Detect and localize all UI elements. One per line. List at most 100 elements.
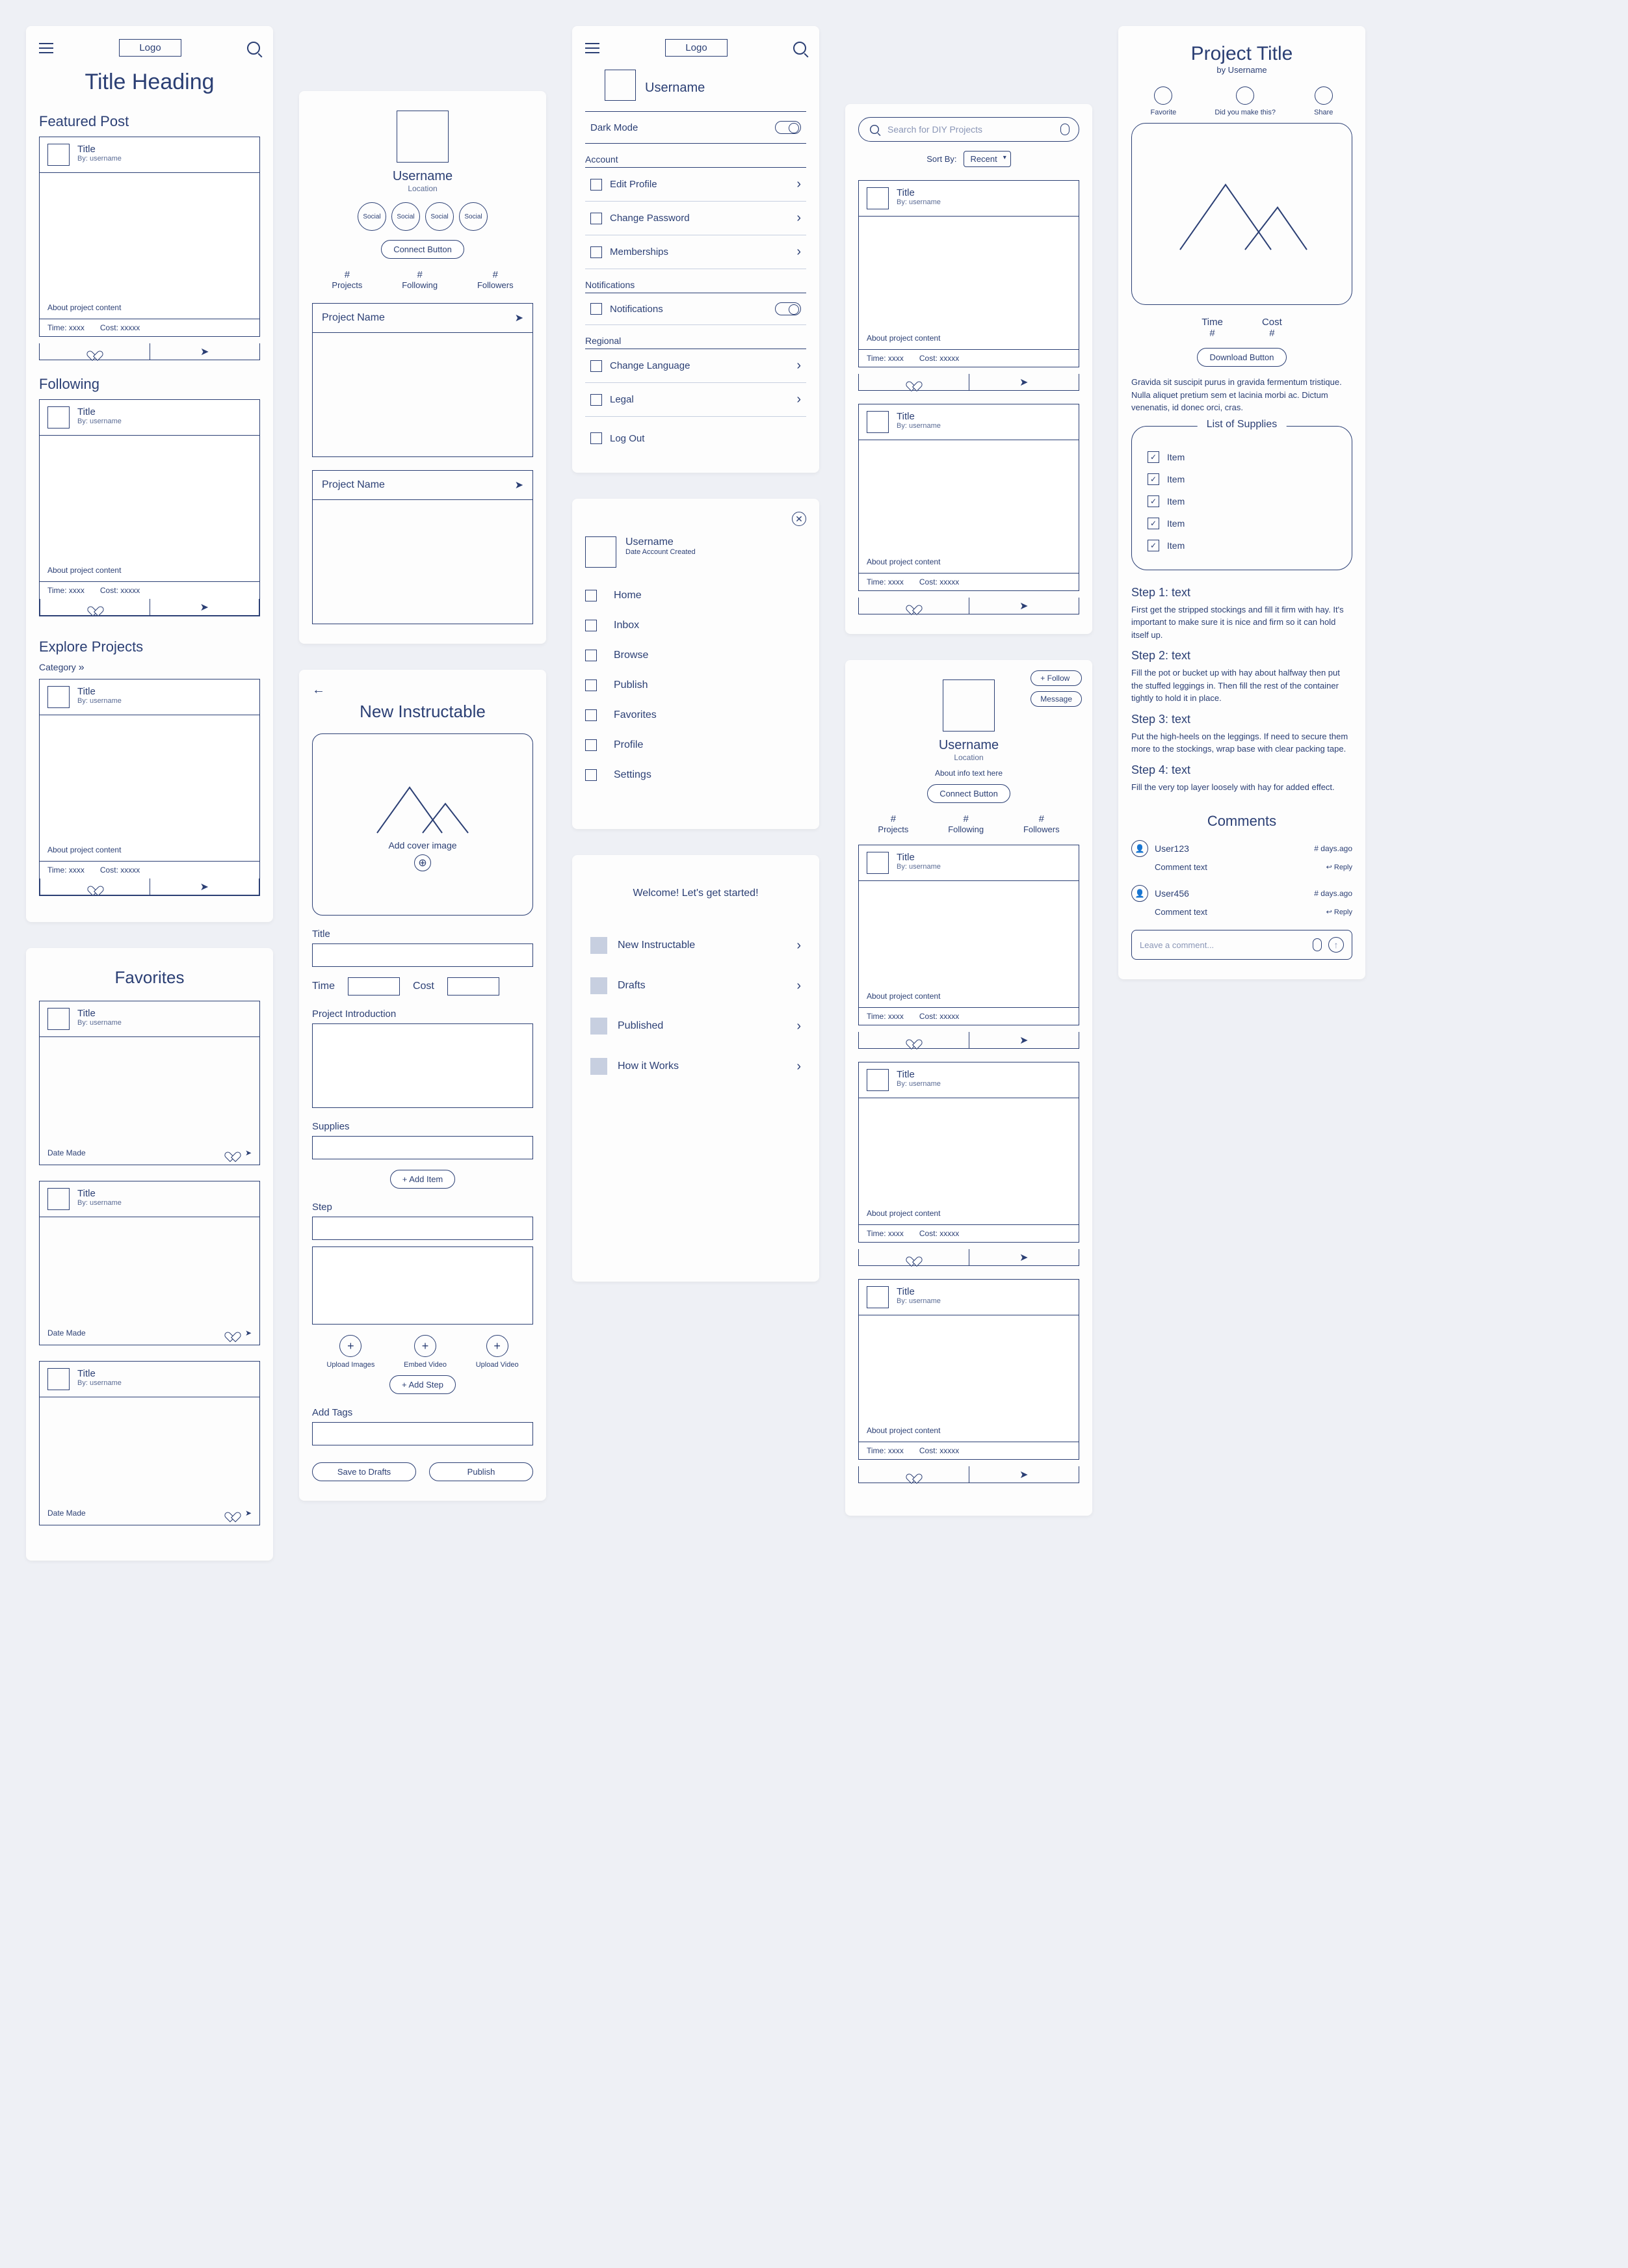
tags-input[interactable]: [312, 1422, 533, 1445]
comment-input[interactable]: Leave a comment... ↑: [1131, 930, 1352, 960]
share-icon[interactable]: ➤: [245, 1148, 252, 1157]
row-legal[interactable]: Legal: [585, 383, 806, 417]
stat-following[interactable]: Following: [402, 280, 438, 290]
avatar[interactable]: [585, 536, 616, 568]
search-bar[interactable]: Search for DIY Projects: [858, 117, 1079, 142]
share-button[interactable]: ➤: [969, 598, 1079, 614]
favorite-card[interactable]: TitleBy: username Date Made➤: [39, 1361, 260, 1525]
like-button[interactable]: [40, 343, 150, 360]
search-result-card[interactable]: TitleBy: usernameAbout project contentTi…: [858, 404, 1079, 591]
supply-item[interactable]: ✓Item: [1148, 512, 1336, 534]
like-button[interactable]: [859, 1032, 969, 1048]
avatar[interactable]: [943, 679, 995, 732]
search-icon[interactable]: [793, 42, 806, 55]
supply-item[interactable]: ✓Item: [1148, 534, 1336, 557]
share-button[interactable]: ➤: [150, 343, 260, 360]
cover-upload[interactable]: Add cover image ⊕: [312, 733, 533, 916]
attach-icon[interactable]: [1313, 938, 1322, 951]
download-button[interactable]: Download Button: [1197, 348, 1286, 367]
like-button[interactable]: [859, 598, 969, 614]
add-step-button[interactable]: + Add Step: [389, 1375, 456, 1394]
share-button[interactable]: ➤: [969, 1466, 1079, 1483]
supply-item[interactable]: ✓Item: [1148, 446, 1336, 468]
drawer-item[interactable]: Home: [585, 581, 806, 611]
project-author[interactable]: by Username: [1131, 65, 1352, 75]
share-icon[interactable]: ➤: [515, 311, 523, 324]
welcome-row[interactable]: New Instructable: [585, 925, 806, 966]
share-button[interactable]: ➤: [150, 878, 259, 895]
search-result-card[interactable]: TitleBy: usernameAbout project contentTi…: [858, 180, 1079, 367]
row-change-language[interactable]: Change Language: [585, 349, 806, 383]
category-link[interactable]: Category: [39, 662, 260, 674]
supply-item[interactable]: ✓Item: [1148, 490, 1336, 512]
dark-mode-toggle[interactable]: [775, 121, 801, 134]
row-notifications[interactable]: Notifications: [585, 293, 806, 325]
like-button[interactable]: [859, 1249, 969, 1265]
welcome-row[interactable]: Published: [585, 1006, 806, 1046]
message-button[interactable]: Message: [1031, 691, 1082, 707]
menu-icon[interactable]: [39, 43, 53, 53]
project-item[interactable]: Project Name➤: [312, 470, 533, 624]
reply-button[interactable]: Reply: [1326, 908, 1352, 916]
publish-button[interactable]: Publish: [429, 1462, 533, 1481]
logo[interactable]: Logo: [119, 39, 181, 57]
drawer-item[interactable]: Browse: [585, 640, 806, 670]
avatar[interactable]: [397, 111, 449, 163]
share-icon[interactable]: ➤: [245, 1509, 252, 1518]
avatar[interactable]: [605, 70, 636, 101]
stat-followers[interactable]: Followers: [1023, 824, 1060, 834]
follow-button[interactable]: + Follow: [1031, 670, 1082, 686]
comment-user[interactable]: 👤User456: [1131, 885, 1189, 902]
step-textarea[interactable]: [312, 1246, 533, 1325]
profile-project-card[interactable]: TitleBy: usernameAbout project contentTi…: [858, 845, 1079, 1025]
drawer-item[interactable]: Favorites: [585, 700, 806, 730]
intro-textarea[interactable]: [312, 1023, 533, 1108]
profile-project-card[interactable]: TitleBy: usernameAbout project contentTi…: [858, 1062, 1079, 1243]
share-icon[interactable]: ➤: [245, 1328, 252, 1338]
drawer-item[interactable]: Settings: [585, 760, 806, 790]
favorite-action[interactable]: Favorite: [1151, 86, 1177, 116]
social-icon[interactable]: Social: [358, 202, 386, 231]
heart-icon[interactable]: [227, 1148, 237, 1158]
favorite-card[interactable]: TitleBy: username Date Made➤: [39, 1001, 260, 1165]
row-change-password[interactable]: Change Password: [585, 202, 806, 235]
social-icon[interactable]: Social: [425, 202, 454, 231]
time-input[interactable]: [348, 977, 400, 996]
stat-followers[interactable]: Followers: [477, 280, 514, 290]
drawer-item[interactable]: Profile: [585, 730, 806, 760]
upload-images-button[interactable]: +Upload Images: [326, 1335, 374, 1369]
social-icon[interactable]: Social: [391, 202, 420, 231]
upload-video-button[interactable]: +Upload Video: [476, 1335, 519, 1369]
close-button[interactable]: ✕: [792, 512, 806, 526]
comment-user[interactable]: 👤User123: [1131, 840, 1189, 857]
heart-icon[interactable]: [227, 1508, 237, 1518]
share-button[interactable]: ➤: [969, 1032, 1079, 1048]
mic-icon[interactable]: [1060, 124, 1070, 135]
profile-project-card[interactable]: TitleBy: usernameAbout project contentTi…: [858, 1279, 1079, 1460]
drawer-item[interactable]: Inbox: [585, 611, 806, 640]
reply-button[interactable]: Reply: [1326, 863, 1352, 871]
social-icon[interactable]: Social: [459, 202, 488, 231]
share-action[interactable]: Share: [1314, 86, 1333, 116]
search-icon[interactable]: [247, 42, 260, 55]
menu-icon[interactable]: [585, 43, 599, 53]
add-item-button[interactable]: + Add Item: [390, 1170, 456, 1189]
back-button[interactable]: [312, 683, 533, 698]
cost-input[interactable]: [447, 977, 499, 996]
favorite-card[interactable]: TitleBy: username Date Made➤: [39, 1181, 260, 1345]
like-button[interactable]: [859, 1466, 969, 1483]
stat-projects[interactable]: Projects: [332, 280, 362, 290]
row-edit-profile[interactable]: Edit Profile: [585, 168, 806, 202]
send-button[interactable]: ↑: [1328, 937, 1344, 953]
share-button[interactable]: ➤: [969, 374, 1079, 390]
connect-button[interactable]: Connect Button: [927, 784, 1010, 803]
sort-select[interactable]: Recent: [964, 151, 1011, 167]
like-button[interactable]: [40, 599, 150, 615]
featured-card[interactable]: TitleBy: username About project content …: [39, 137, 260, 337]
logo[interactable]: Logo: [665, 39, 727, 57]
share-button[interactable]: ➤: [969, 1249, 1079, 1265]
stat-following[interactable]: Following: [948, 824, 984, 834]
supply-input[interactable]: [312, 1136, 533, 1159]
embed-video-button[interactable]: +Embed Video: [404, 1335, 447, 1369]
share-button[interactable]: ➤: [150, 599, 259, 615]
